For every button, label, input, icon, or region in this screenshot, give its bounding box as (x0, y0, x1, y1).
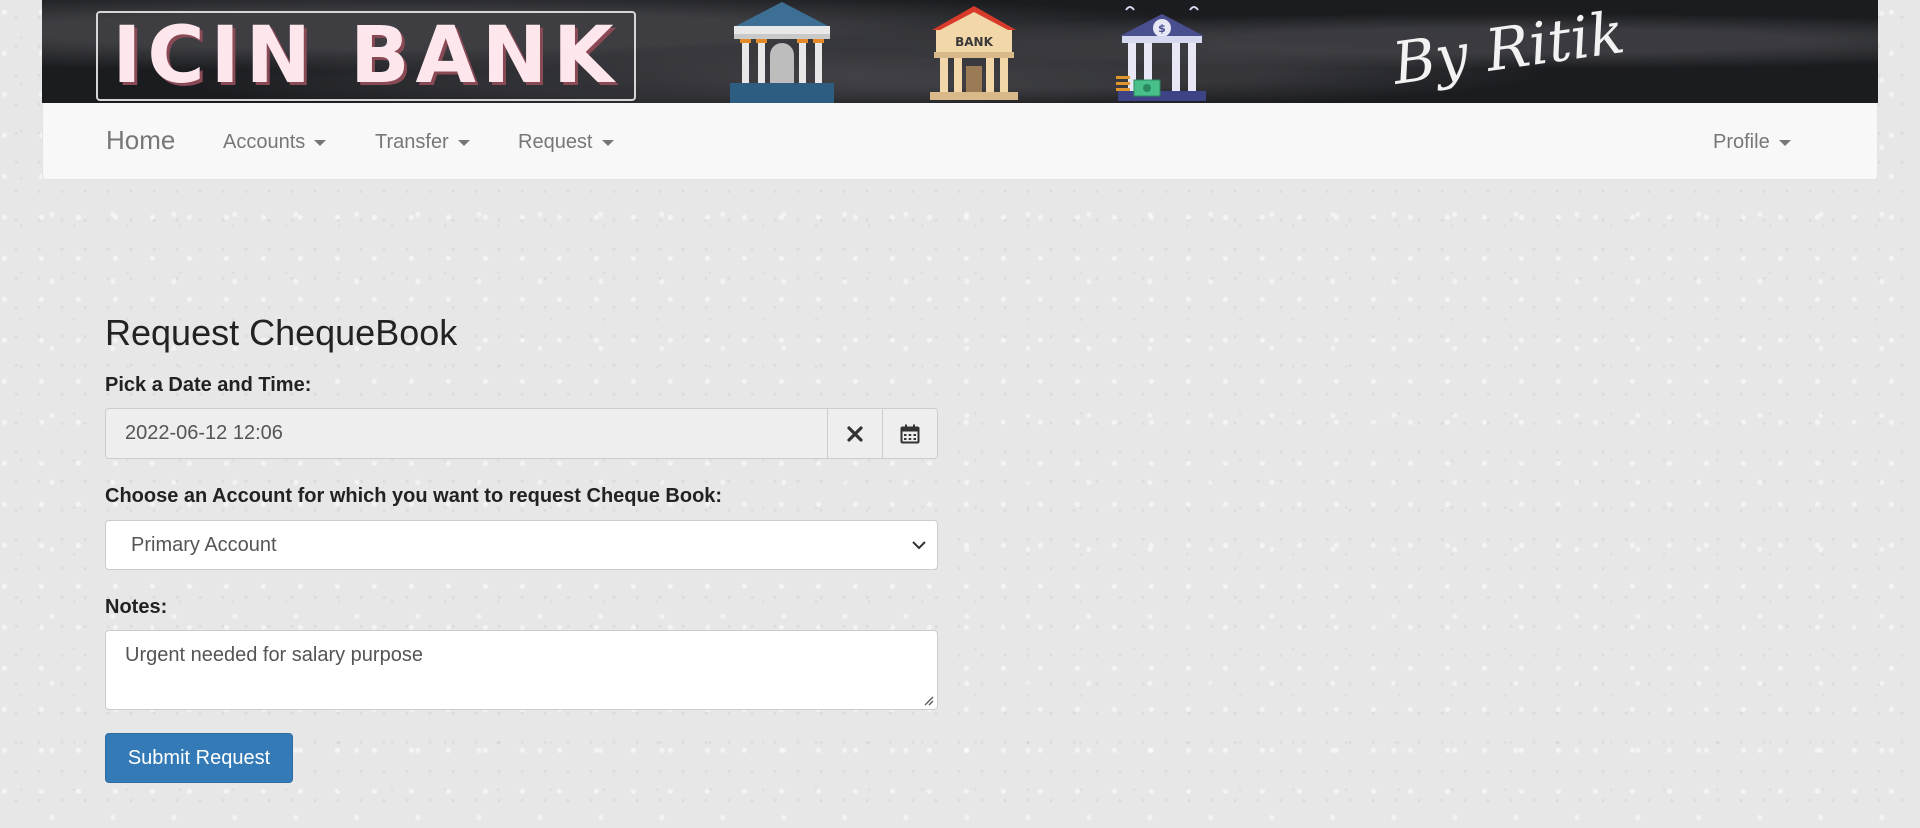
close-icon (847, 425, 863, 442)
header-banner: ICIN BANK BANK $ By Ritik (42, 0, 1878, 103)
account-select[interactable]: Primary Account (105, 520, 938, 570)
nav-accounts-label: Accounts (223, 131, 306, 153)
bank-money-icon: $ (1116, 6, 1206, 101)
notes-label: Notes: (105, 596, 168, 618)
bank-logo: ICIN BANK (96, 11, 636, 101)
resize-grip-icon[interactable] (922, 694, 934, 706)
caret-down-icon (1778, 139, 1791, 146)
nav-request-dropdown[interactable]: Request (518, 131, 614, 154)
notes-text: Urgent needed for salary purpose (125, 644, 423, 666)
submit-request-button[interactable]: Submit Request (105, 733, 293, 783)
date-time-input[interactable] (106, 409, 827, 458)
nav-transfer-dropdown[interactable]: Transfer (375, 131, 470, 154)
bank-building-icon (730, 2, 834, 103)
notes-textarea[interactable]: Urgent needed for salary purpose (105, 630, 938, 710)
svg-text:$: $ (1158, 22, 1166, 35)
calendar-icon (900, 424, 920, 443)
svg-text:BANK: BANK (955, 35, 993, 49)
account-select-label: Choose an Account for which you want to … (105, 485, 723, 507)
caret-down-icon (314, 139, 327, 146)
nav-accounts-dropdown[interactable]: Accounts (223, 131, 327, 154)
open-calendar-button[interactable] (882, 409, 937, 458)
clear-date-button[interactable] (827, 409, 882, 458)
nav-profile-dropdown[interactable]: Profile (1713, 131, 1791, 154)
signature-text: By Ritik (1388, 0, 1629, 98)
page-title: Request ChequeBook (105, 312, 458, 353)
nav-home-link[interactable]: Home (106, 125, 175, 156)
date-time-label: Pick a Date and Time: (105, 374, 312, 396)
chevron-down-icon (912, 541, 926, 550)
nav-profile-label: Profile (1713, 131, 1770, 153)
logo-text: ICIN BANK (112, 11, 620, 101)
date-time-picker (105, 408, 938, 459)
nav-transfer-label: Transfer (375, 131, 449, 153)
caret-down-icon (457, 139, 470, 146)
caret-down-icon (601, 139, 614, 146)
top-navbar: Home Accounts Transfer Request Profile (42, 103, 1878, 180)
bank-sign-building-icon: BANK (930, 6, 1018, 100)
account-select-value: Primary Account (131, 533, 277, 556)
nav-request-label: Request (518, 131, 593, 153)
